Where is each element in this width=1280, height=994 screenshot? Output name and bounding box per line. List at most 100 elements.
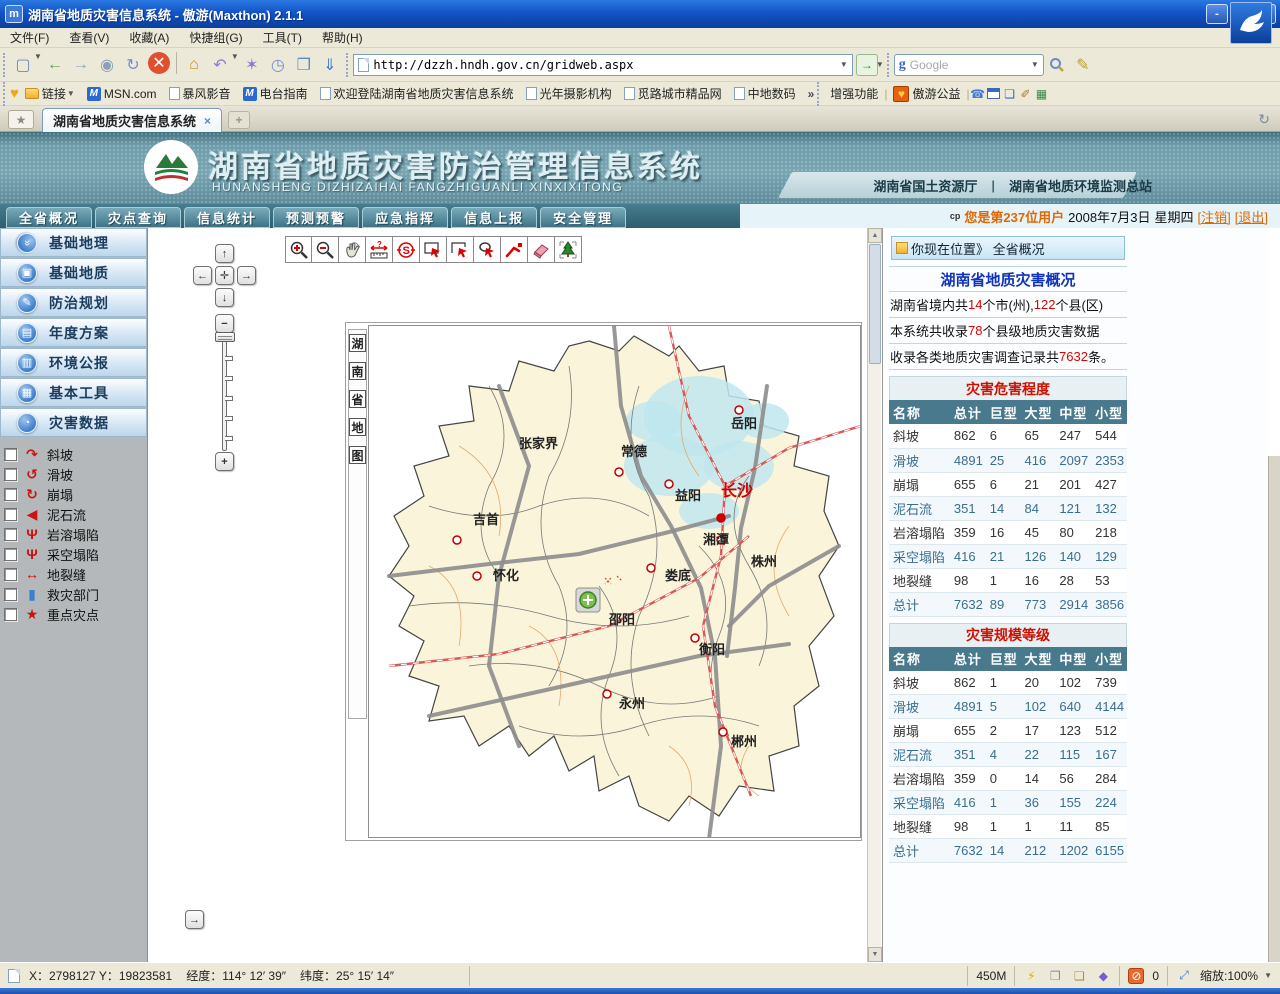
sidebar-section-年度方案[interactable]: ▤年度方案: [0, 318, 147, 347]
layer-checkbox[interactable]: [4, 528, 17, 541]
window-button[interactable]: ❐: [291, 52, 317, 78]
zoom-level[interactable]: 缩放:100%: [1200, 967, 1258, 984]
search-icon[interactable]: [1044, 52, 1070, 78]
go-dropdown-icon[interactable]: ▼: [876, 60, 884, 69]
scroll-thumb[interactable]: [869, 244, 881, 364]
tab-active[interactable]: 湖南省地质灾害信息系统 ×: [42, 108, 222, 132]
logout-link[interactable]: [注销]: [1198, 207, 1231, 226]
map-bottom-arrow-button[interactable]: →: [185, 910, 204, 929]
layer-checkbox[interactable]: [4, 588, 17, 601]
download-button[interactable]: ⇓: [317, 52, 343, 78]
zoom-in-button[interactable]: [285, 236, 312, 263]
pan-center-button[interactable]: ✛: [215, 266, 234, 285]
minimize-button[interactable]: -: [1206, 4, 1228, 24]
menu-item[interactable]: 快捷组(G): [179, 27, 252, 48]
pan-down-button[interactable]: ↓: [215, 288, 234, 307]
city-marker-郴州[interactable]: [719, 728, 727, 736]
pan-left-button[interactable]: ←: [193, 266, 212, 285]
recent-dropdown-button[interactable]: ◉: [94, 52, 120, 78]
nav-tab-应急指挥[interactable]: 应急指挥: [362, 207, 448, 228]
search-engine-dropdown-icon[interactable]: ▼: [1031, 60, 1039, 69]
select-rect-button[interactable]: [420, 236, 447, 263]
pan-up-button[interactable]: ↑: [215, 244, 234, 263]
go-button[interactable]: →: [856, 54, 878, 76]
pan-right-button[interactable]: →: [237, 266, 256, 285]
world-grid-icon[interactable]: ▦: [1034, 86, 1050, 102]
tab-list-star-icon[interactable]: ★: [8, 110, 34, 129]
filter-button[interactable]: ✶: [239, 52, 265, 78]
dropdown-caret-icon[interactable]: ▼: [231, 52, 239, 78]
nav-tab-灾点查询[interactable]: 灾点查询: [95, 207, 181, 228]
links-bar-item[interactable]: 觅路城市精品网: [618, 85, 728, 102]
maxthon-logo[interactable]: [1230, 2, 1272, 44]
city-marker-娄底[interactable]: [647, 564, 655, 572]
plus-features-link[interactable]: 增强功能: [824, 85, 884, 102]
map-canvas[interactable]: 张家界常德岳阳益阳长沙吉首湘潭株州怀化娄底邵阳衡阳永州郴州: [368, 325, 861, 838]
refresh-button[interactable]: ↻: [120, 52, 146, 78]
vertical-scrollbar[interactable]: ▲ ▼: [867, 228, 881, 962]
sidebar-section-基本工具[interactable]: ▦基本工具: [0, 378, 147, 407]
highlight-icon[interactable]: ✎: [1070, 52, 1096, 78]
eraser-button[interactable]: [528, 236, 555, 263]
sidebar-section-防治规划[interactable]: ✎防治规划: [0, 288, 147, 317]
sidebar-section-基础地理[interactable]: »基础地理: [0, 228, 147, 257]
city-marker-岳阳[interactable]: [735, 406, 743, 414]
measure-distance-button[interactable]: ?: [366, 236, 393, 263]
address-dropdown-icon[interactable]: ▼: [840, 60, 848, 69]
new-page-button[interactable]: ▢: [10, 52, 36, 78]
city-marker-吉首[interactable]: [453, 536, 461, 544]
city-marker-益阳[interactable]: [665, 480, 673, 488]
sidebar-section-灾害数据[interactable]: ◔灾害数据: [0, 408, 147, 437]
layer-checkbox[interactable]: [4, 548, 17, 561]
zoom-out-slider-button[interactable]: −: [215, 314, 234, 333]
links-bar-item[interactable]: 光年摄影机构: [520, 85, 618, 102]
dropdown-caret-icon[interactable]: ▼: [67, 89, 75, 98]
notes-icon[interactable]: ❏: [1002, 86, 1018, 102]
exit-link[interactable]: [退出]: [1235, 207, 1268, 226]
deselect-rect-button[interactable]: [447, 236, 474, 263]
full-extent-button[interactable]: [555, 236, 582, 263]
new-tab-button[interactable]: +: [228, 111, 250, 129]
page-zoom-icon[interactable]: ⤢: [1176, 968, 1192, 984]
links-bar-item[interactable]: 链接▼: [19, 85, 81, 102]
nav-tab-安全管理[interactable]: 安全管理: [540, 207, 626, 228]
links-bar-item[interactable]: 欢迎登陆湖南省地质灾害信息系统: [314, 85, 520, 102]
tools-cup-icon[interactable]: ✐: [1018, 86, 1034, 102]
maxthon-charity-link[interactable]: ♥ 傲游公益: [887, 85, 966, 102]
scroll-up-icon[interactable]: ▲: [868, 228, 882, 243]
zoom-out-button[interactable]: [312, 236, 339, 263]
dropdown-caret-icon[interactable]: ▼: [34, 52, 42, 78]
city-marker-怀化[interactable]: [473, 572, 481, 580]
new-window-icon[interactable]: ❏: [1071, 968, 1087, 984]
menu-item[interactable]: 收藏(A): [119, 27, 179, 48]
link-land-resources[interactable]: 湖南省国土资源厅: [873, 176, 977, 195]
menu-item[interactable]: 查看(V): [59, 27, 119, 48]
zoom-slider-thumb[interactable]: [215, 332, 235, 342]
nav-tab-预测预警[interactable]: 预测预警: [273, 207, 359, 228]
history-button[interactable]: ◷: [265, 52, 291, 78]
link-geo-monitor-station[interactable]: 湖南省地质环境监测总站: [1009, 176, 1152, 195]
stop-button[interactable]: ✕: [148, 52, 170, 74]
menu-item[interactable]: 工具(T): [253, 27, 312, 48]
adhunter-icon[interactable]: ◆: [1095, 968, 1111, 984]
popup-blocker-icon[interactable]: ⊘: [1128, 968, 1144, 984]
undo-button[interactable]: ↶: [207, 52, 233, 78]
links-bar-item[interactable]: 中地数码: [728, 85, 802, 102]
tab-refresh-icon[interactable]: ↻: [1258, 111, 1270, 128]
layer-checkbox[interactable]: [4, 608, 17, 621]
select-circle-button[interactable]: [474, 236, 501, 263]
layer-checkbox[interactable]: [4, 468, 17, 481]
boost-lightning-icon[interactable]: ⚡: [1023, 968, 1039, 984]
zoom-slider-track[interactable]: [222, 336, 227, 451]
city-marker-长沙[interactable]: [717, 514, 725, 522]
menu-item[interactable]: 帮助(H): [312, 27, 373, 48]
layer-checkbox[interactable]: [4, 568, 17, 581]
links-overflow-chevron[interactable]: »: [808, 87, 815, 101]
tab-close-icon[interactable]: ×: [204, 114, 211, 128]
scale-button[interactable]: S: [393, 236, 420, 263]
layer-checkbox[interactable]: [4, 488, 17, 501]
nav-tab-信息统计[interactable]: 信息统计: [184, 207, 270, 228]
address-input[interactable]: [373, 58, 842, 72]
pan-hand-button[interactable]: [339, 236, 366, 263]
nav-tab-信息上报[interactable]: 信息上报: [451, 207, 537, 228]
